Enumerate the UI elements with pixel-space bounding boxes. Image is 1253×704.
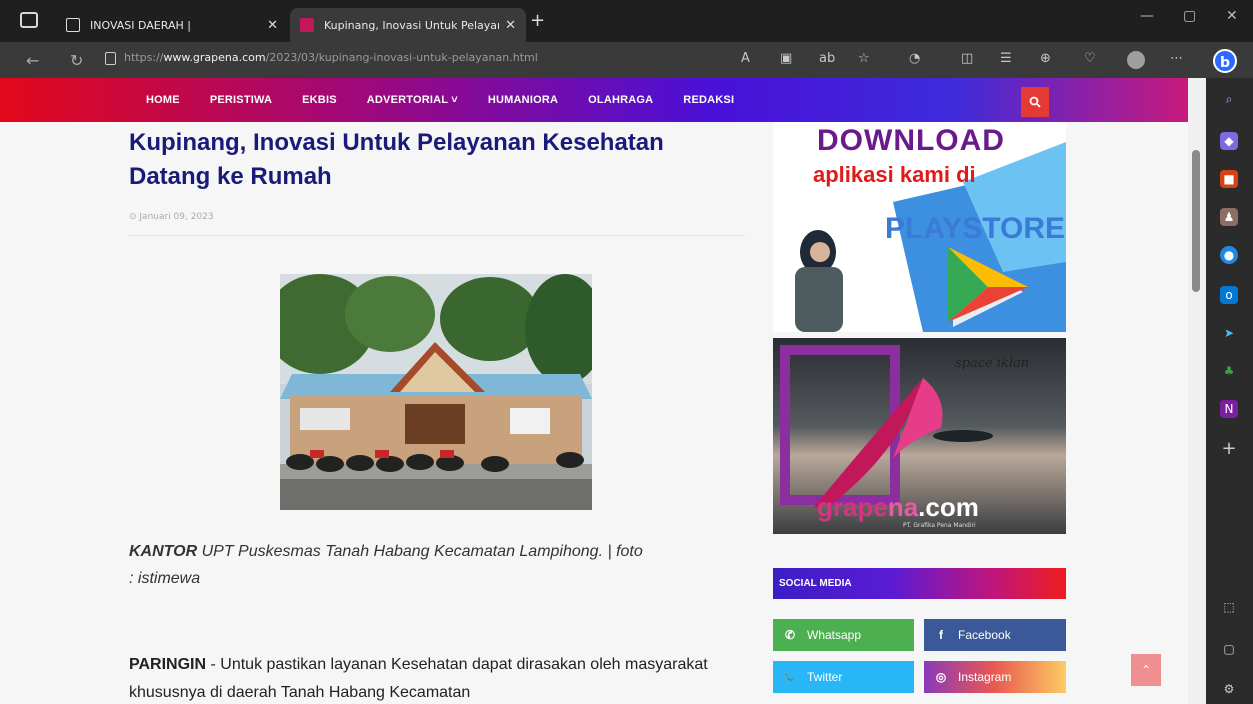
article-date: ⊙ Januari 09, 2023 [129, 212, 214, 222]
tab-kupinang[interactable]: Kupinang, Inovasi Untuk Pelayan ✕ [290, 8, 526, 42]
sidebar-outlook-icon[interactable]: o [1220, 286, 1238, 304]
edge-sidebar: ⌕ ◆ ■ ♟ ● o ➤ ♣ N + ⬚ ▢ ⚙ [1206, 78, 1253, 704]
sidebar-copilot-icon[interactable]: ● [1220, 246, 1238, 264]
twitter-button[interactable]: 🐦 Twitter [773, 661, 914, 693]
space-iklan-ad[interactable]: space iklan grapena.com PT. Grafika Pena… [773, 338, 1066, 534]
sidebar-shopping-icon[interactable]: ◆ [1220, 132, 1238, 150]
download-app-ad[interactable]: DOWNLOAD aplikasi kami di PLAYSTORE [773, 122, 1066, 332]
article-title: Kupinang, Inovasi Untuk Pelayanan Keseha… [129, 129, 664, 190]
sidebar-settings-icon[interactable]: ⚙ [1220, 680, 1238, 698]
refresh-icon[interactable]: ↻ [70, 51, 83, 70]
scrollbar-thumb[interactable] [1192, 150, 1200, 292]
caption-bold: KANTOR [129, 543, 198, 560]
collections-icon[interactable]: ⊕ [1040, 51, 1051, 66]
immersive-reader-icon[interactable]: ▣ [780, 51, 792, 66]
lock-icon[interactable] [105, 52, 116, 65]
menu-humaniora[interactable]: HUMANIORA [488, 94, 558, 106]
url-field[interactable]: https://www.grapena.com/2023/03/kupinang… [124, 51, 538, 64]
twitter-icon: 🐦 [782, 670, 798, 684]
search-icon [1029, 96, 1041, 108]
facebook-icon: f [939, 628, 943, 642]
menu-peristiwa[interactable]: PERISTIWA [210, 94, 272, 106]
url-path: /2023/03/kupinang-inovasi-untuk-pelayana… [265, 51, 538, 64]
menu-redaksi[interactable]: REDAKSI [683, 94, 734, 106]
back-icon[interactable]: ← [26, 51, 39, 70]
instagram-button[interactable]: ◎ Instagram [924, 661, 1066, 693]
ad-download-text: DOWNLOAD [817, 124, 1005, 157]
sidebar-onenote-icon[interactable]: N [1220, 400, 1238, 418]
close-icon[interactable]: ✕ [267, 18, 278, 33]
split-screen-icon[interactable]: ◫ [961, 51, 973, 66]
browser-tab-bar: INOVASI DAERAH | ✕ Kupinang, Inovasi Unt… [0, 0, 1253, 42]
ad-space-iklan-text: space iklan [955, 356, 1030, 371]
dateline: PARINGIN [129, 656, 207, 673]
page-icon [66, 18, 80, 32]
sidebar-tree-icon[interactable]: ♣ [1220, 362, 1238, 380]
main-menu: HOME PERISTIWA EKBIS ADVERTORIAL ˅ HUMAN… [146, 94, 764, 106]
web-page: HOME PERISTIWA EKBIS ADVERTORIAL ˅ HUMAN… [0, 78, 1188, 704]
tab-actions-icon[interactable] [20, 12, 38, 28]
maximize-icon[interactable]: ▢ [1183, 8, 1196, 24]
tab-title: INOVASI DAERAH | [90, 18, 191, 32]
more-menu-icon[interactable]: ⋯ [1170, 51, 1183, 66]
article-paragraph: PARINGIN - Untuk pastikan layanan Keseha… [129, 651, 749, 704]
menu-advertorial[interactable]: ADVERTORIAL ˅ [367, 94, 458, 106]
divider [129, 235, 745, 236]
whatsapp-icon: ✆ [784, 628, 796, 642]
menu-home[interactable]: HOME [146, 94, 180, 106]
translate-icon[interactable]: ab [819, 51, 835, 66]
search-button[interactable] [1021, 87, 1049, 117]
instagram-icon: ◎ [935, 670, 947, 684]
bing-chat-icon[interactable]: b [1213, 49, 1237, 73]
tab-inovasi-daerah[interactable]: INOVASI DAERAH | ✕ [56, 8, 288, 42]
minimize-icon[interactable]: — [1140, 8, 1154, 24]
health-icon[interactable]: ♡ [1084, 51, 1096, 66]
ad-playstore-text: PLAYSTORE [885, 212, 1066, 245]
back-to-top-button[interactable]: ⌃ [1131, 654, 1161, 686]
close-icon[interactable]: ✕ [505, 18, 516, 33]
url-domain: www.grapena.com [163, 51, 266, 64]
facebook-label: Facebook [958, 628, 1011, 642]
brand-part-c: .com [918, 492, 979, 522]
sidebar-tools-icon[interactable]: ■ [1220, 170, 1238, 188]
grapena-favicon-icon [300, 18, 314, 32]
photo-caption: KANTOR UPT Puskesmas Tanah Habang Kecama… [129, 538, 649, 592]
article-photo [280, 274, 592, 510]
sidebar-games-icon[interactable]: ♟ [1220, 208, 1238, 226]
page-scrollbar[interactable] [1188, 78, 1206, 704]
paragraph-text: - Untuk pastikan layanan Kesehatan dapat… [129, 656, 708, 701]
sidebar-layout-icon[interactable]: ▢ [1220, 640, 1238, 658]
menu-olahraga[interactable]: OLAHRAGA [588, 94, 653, 106]
address-bar-row: ← ↻ https://www.grapena.com/2023/03/kupi… [0, 42, 1253, 78]
site-navbar: HOME PERISTIWA EKBIS ADVERTORIAL ˅ HUMAN… [0, 78, 1188, 122]
facebook-button[interactable]: f Facebook [924, 619, 1066, 651]
window-close-icon[interactable]: ✕ [1226, 8, 1238, 24]
extensions-icon[interactable]: ◔ [909, 51, 920, 66]
favorite-star-icon[interactable]: ☆ [858, 51, 870, 66]
read-aloud-icon[interactable]: A [741, 51, 750, 66]
date-text: Januari 09, 2023 [139, 212, 214, 222]
profile-avatar[interactable] [1127, 51, 1145, 69]
caption-text: UPT Puskesmas Tanah Habang Kecamatan Lam… [129, 543, 643, 587]
menu-ekbis[interactable]: EKBIS [302, 94, 337, 106]
ad-grapena-logo: grapena.com [817, 492, 979, 523]
sidebar-screenshot-icon[interactable]: ⬚ [1220, 598, 1238, 616]
sidebar-search-icon[interactable]: ⌕ [1220, 90, 1238, 108]
social-media-heading: SOCIAL MEDIA [773, 568, 1066, 599]
ad-company-text: PT. Grafika Pena Mandiri [903, 522, 976, 529]
brand-part-b: na [887, 492, 919, 522]
whatsapp-button[interactable]: ✆ Whatsapp [773, 619, 914, 651]
sidebar-add-icon[interactable]: + [1220, 440, 1238, 458]
sidebar-send-icon[interactable]: ➤ [1220, 324, 1238, 342]
brand-part-a: grape [817, 492, 888, 522]
chevron-up-icon: ⌃ [1140, 663, 1152, 677]
new-tab-icon[interactable]: + [530, 10, 545, 31]
ad-aplikasi-text: aplikasi kami di [813, 162, 976, 187]
twitter-label: Twitter [807, 670, 843, 684]
favorites-icon[interactable]: ☰ [1000, 51, 1012, 66]
url-prefix: https:// [124, 51, 164, 64]
whatsapp-label: Whatsapp [807, 628, 862, 642]
instagram-label: Instagram [958, 670, 1012, 684]
tab-title: Kupinang, Inovasi Untuk Pelayan [324, 18, 500, 32]
